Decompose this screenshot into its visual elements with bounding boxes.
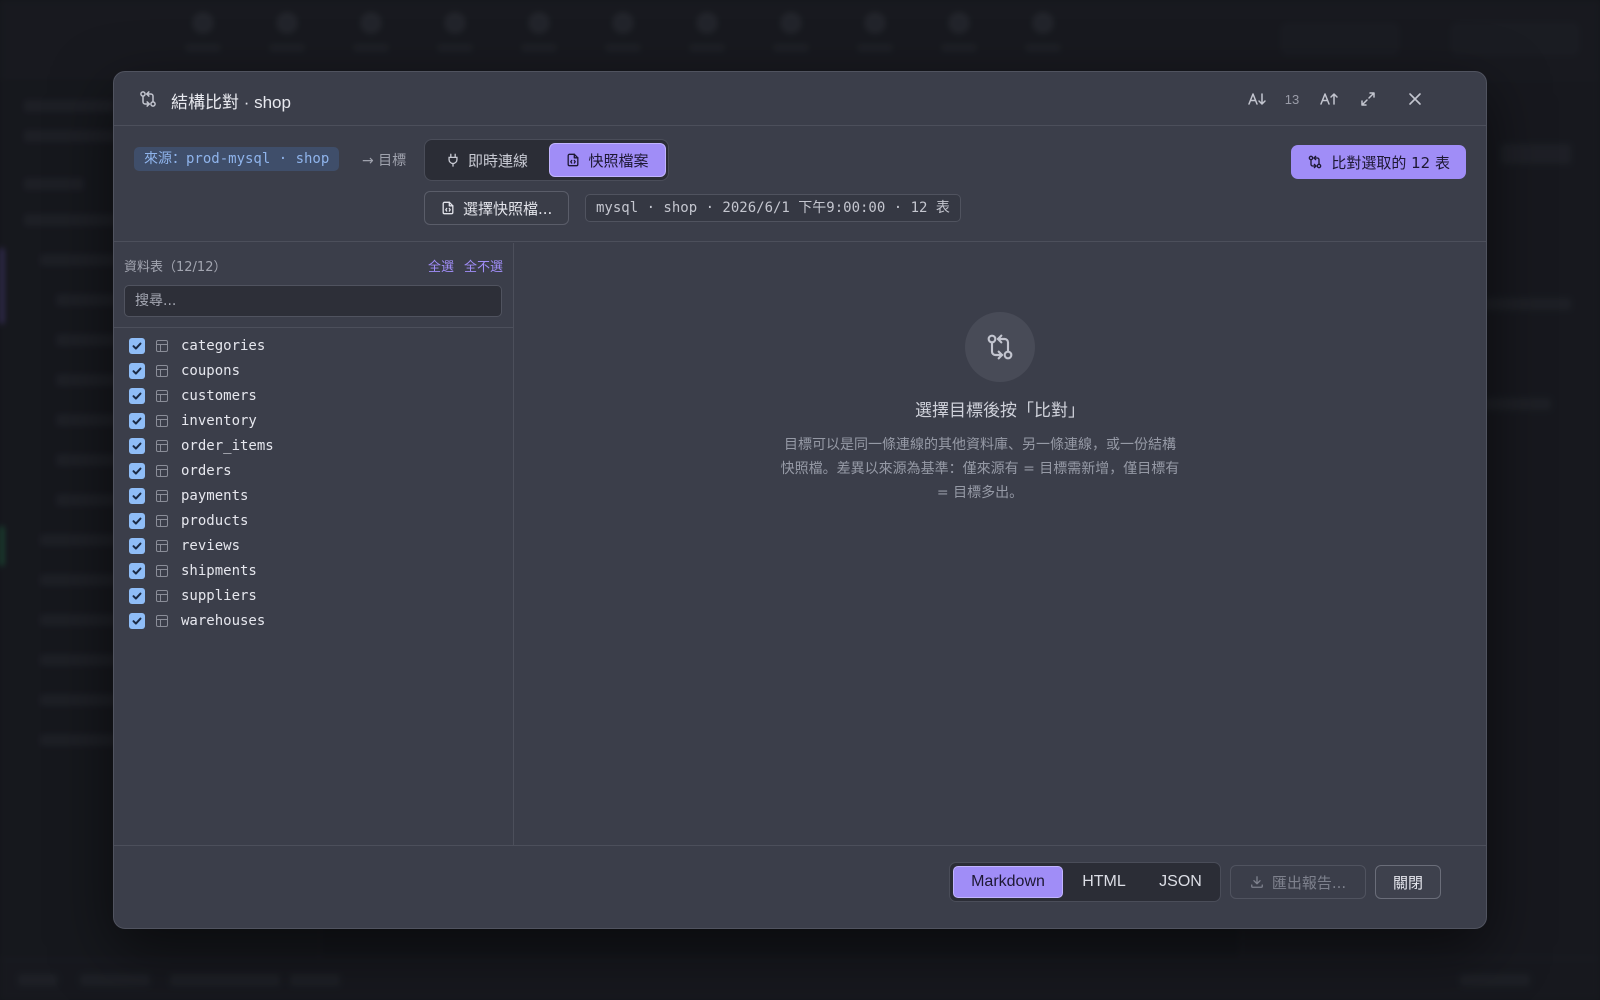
expand-icon[interactable] [1354,86,1382,112]
tables-panel: 資料表（12/12） 全選 全不選 categories coupons custo… [114,243,514,845]
table-row[interactable]: inventory [114,408,514,433]
format-html-button[interactable]: HTML [1065,866,1143,898]
table-icon [156,589,168,602]
dialog-header: 結構比對 · shop 13 [114,72,1486,126]
tables-count-header: 資料表（12/12） [124,260,227,275]
table-icon [156,414,168,427]
git-compare-icon [140,91,156,107]
format-json-button[interactable]: JSON [1143,866,1218,898]
git-compare-icon [987,334,1013,360]
table-icon [156,439,168,452]
table-checkbox[interactable] [129,362,145,379]
table-row[interactable]: reviews [114,533,514,558]
table-checkbox[interactable] [129,487,145,504]
plug-icon [448,153,458,167]
table-icon [156,364,168,377]
table-checkbox[interactable] [129,462,145,479]
table-icon [156,389,168,402]
dialog-title: 結構比對 · shop [171,93,291,112]
table-icon [156,514,168,527]
table-search-input[interactable] [124,285,502,317]
close-icon[interactable] [1401,86,1429,112]
empty-state-title: 選擇目標後按「比對」 [915,401,1085,421]
format-markdown-button[interactable]: Markdown [953,866,1063,898]
target-mode-toggle: 即時連線 快照檔案 [424,139,669,181]
table-name: reviews [181,537,241,554]
table-name: payments [181,487,249,504]
table-name: shipments [181,562,257,579]
snapshot-info: mysql · shop · 2026/6/1 下午9:00:00 · 12 表 [585,194,961,222]
table-icon [156,539,168,552]
table-name: suppliers [181,587,257,604]
table-icon [156,339,168,352]
table-row[interactable]: categories [114,333,514,358]
table-row[interactable]: suppliers [114,583,514,608]
table-row[interactable]: coupons [114,358,514,383]
table-checkbox[interactable] [129,412,145,429]
empty-state-description: 目標可以是同一條連線的其他資料庫、另一條連線，或一份結構快照檔。差異以來源為基準… [780,437,1180,501]
table-name: customers [181,387,257,404]
table-checkbox[interactable] [129,562,145,579]
table-checkbox[interactable] [129,387,145,404]
select-all-link[interactable]: 全選 [428,256,454,275]
table-name: inventory [181,412,257,429]
divider [114,327,514,328]
select-none-link[interactable]: 全不選 [464,256,503,275]
table-row[interactable]: products [114,508,514,533]
table-checkbox[interactable] [129,512,145,529]
font-decrease-icon[interactable] [1244,86,1272,112]
table-row[interactable]: shipments [114,558,514,583]
table-icon [156,614,168,627]
table-name: order_items [181,437,274,454]
export-report-button[interactable]: 匯出報告... [1230,865,1366,899]
download-icon [1250,876,1263,888]
table-name: products [181,512,249,529]
compare-toolbar: 來源：prod-mysql · shop → 目標 即時連線 快照檔案 比對選取… [114,126,1486,242]
schema-compare-dialog: 結構比對 · shop 13 來源：prod-mysql · shop → 目標… [113,71,1487,929]
table-checkbox[interactable] [129,537,145,554]
table-row[interactable]: warehouses [114,608,514,633]
close-button[interactable]: 關閉 [1375,865,1441,899]
table-name: categories [181,337,266,354]
table-checkbox[interactable] [129,587,145,604]
target-label: → 目標 [362,153,407,169]
git-compare-icon [1309,155,1322,169]
source-badge: 來源：prod-mysql · shop [134,147,340,171]
table-icon [156,564,168,577]
mode-live-label: 即時連線 [467,151,528,170]
pick-snapshot-label: 選擇快照檔... [463,199,553,218]
table-name: warehouses [181,612,266,629]
table-row[interactable]: orders [114,458,514,483]
compare-selected-label: 比對選取的 12 表 [1331,153,1450,172]
table-icon [156,464,168,477]
table-checkbox[interactable] [129,437,145,454]
pick-snapshot-button[interactable]: 選擇快照檔... [424,191,570,225]
table-row[interactable]: order_items [114,433,514,458]
compare-selected-button[interactable]: 比對選取的 12 表 [1291,145,1466,179]
report-format-toggle: Markdown HTML JSON [949,862,1221,902]
table-name: coupons [181,362,241,379]
mode-snapshot-label: 快照檔案 [588,151,649,170]
table-list: categories coupons customers inventory order… [114,333,514,633]
dialog-footer: Markdown HTML JSON 匯出報告... 關閉 [114,845,1486,928]
table-icon [156,489,168,502]
empty-state-icon-badge [965,312,1035,382]
table-checkbox[interactable] [129,337,145,354]
font-size-value: 13 [1284,91,1300,107]
table-name: orders [181,462,232,479]
font-increase-icon[interactable] [1316,86,1344,112]
mode-live-connection-button[interactable]: 即時連線 [429,143,545,177]
table-checkbox[interactable] [129,612,145,629]
file-code-icon [442,201,454,215]
file-code-icon [568,153,579,167]
mode-snapshot-button[interactable]: 快照檔案 [549,143,666,177]
table-row[interactable]: customers [114,383,514,408]
table-row[interactable]: payments [114,483,514,508]
export-report-label: 匯出報告... [1271,873,1347,892]
